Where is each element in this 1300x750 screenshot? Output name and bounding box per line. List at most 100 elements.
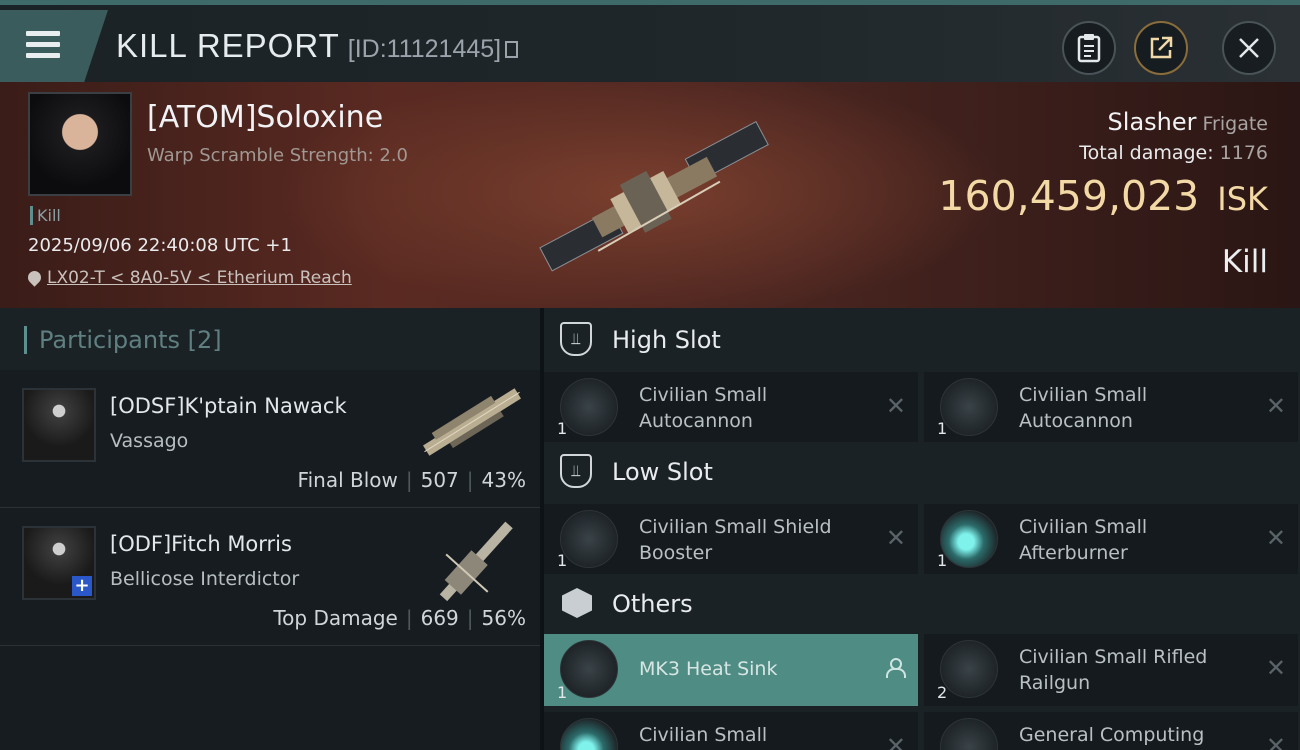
stat-separator: | bbox=[405, 468, 413, 492]
warp-scramble-strength: Warp Scramble Strength: 2.0 bbox=[147, 145, 409, 166]
close-button[interactable] bbox=[1222, 21, 1276, 75]
isk-amount: 160,459,023 bbox=[938, 172, 1200, 220]
participant-damage: 507 bbox=[420, 468, 459, 492]
page-title: KILL REPORT [ID:11121445] bbox=[116, 27, 519, 65]
module-quantity: 1 bbox=[937, 419, 948, 438]
participants-header: Participants [2] bbox=[0, 308, 540, 370]
copy-icon[interactable] bbox=[505, 41, 519, 58]
low-slot-header: ⫫ Low Slot bbox=[544, 442, 1300, 502]
module-quantity: 2 bbox=[937, 683, 948, 702]
participant-avatar[interactable] bbox=[22, 388, 96, 462]
participant-role: Final Blow bbox=[297, 468, 398, 492]
location-link[interactable]: LX02-T < 8A0-5V < Etherium Reach bbox=[47, 268, 352, 288]
afterburner-icon bbox=[940, 510, 998, 568]
module-item[interactable]: 1 Civilian Small Autocannon ✕ bbox=[924, 372, 1298, 442]
module-item[interactable]: Civilian Small ✕ bbox=[544, 712, 918, 750]
total-damage: Total damage: 1176 bbox=[1079, 142, 1268, 164]
isk-value: 160,459,023 ISK bbox=[938, 172, 1268, 220]
participants-title-text: Participants bbox=[39, 326, 180, 354]
module-name: Civilian Small Shield Booster bbox=[639, 516, 832, 564]
module-item[interactable]: General Computing ✕ bbox=[924, 712, 1298, 750]
high-slot-header: ⫫ High Slot bbox=[544, 310, 1300, 370]
participant-avatar[interactable]: + bbox=[22, 526, 96, 600]
menu-icon bbox=[26, 31, 60, 36]
module-item[interactable]: 1 Civilian Small Autocannon ✕ bbox=[544, 372, 918, 442]
kill-datetime: 2025/09/06 22:40:08 UTC +1 bbox=[28, 235, 292, 256]
participant-ship: Bellicose Interdictor bbox=[110, 568, 300, 590]
module-item[interactable]: 1 Civilian Small Afterburner ✕ bbox=[924, 504, 1298, 574]
kill-tag: Kill bbox=[30, 206, 61, 225]
participant-row[interactable]: [ODSF]K'ptain Nawack Vassago Final Blow |… bbox=[0, 370, 540, 508]
shield-booster-icon bbox=[560, 510, 618, 568]
total-damage-label: Total damage: bbox=[1079, 142, 1214, 164]
module-icon bbox=[560, 718, 618, 750]
victim-summary: [ATOM]Soloxine Warp Scramble Strength: 2… bbox=[0, 82, 1300, 308]
menu-icon-bar bbox=[26, 53, 60, 58]
stat-separator: | bbox=[405, 606, 413, 630]
fitting-panel: ⫫ High Slot 1 Civilian Small Autocannon … bbox=[544, 308, 1300, 750]
participant-name[interactable]: [ODSF]K'ptain Nawack bbox=[110, 394, 347, 418]
kill-location[interactable]: LX02-T < 8A0-5V < Etherium Reach bbox=[25, 268, 352, 288]
plus-icon: + bbox=[72, 576, 92, 596]
high-slot-label: High Slot bbox=[612, 326, 721, 354]
low-slot-label: Low Slot bbox=[612, 458, 713, 486]
participant-ship-image bbox=[439, 521, 513, 602]
clipboard-button[interactable] bbox=[1062, 21, 1116, 75]
participant-stats: Top Damage | 669 | 56% bbox=[273, 606, 526, 630]
menu-button[interactable] bbox=[0, 10, 108, 82]
destroyed-icon: ✕ bbox=[1265, 392, 1286, 420]
menu-icon-bar bbox=[26, 42, 60, 47]
destroyed-icon: ✕ bbox=[1265, 524, 1286, 552]
share-button[interactable] bbox=[1134, 21, 1188, 75]
module-name: Civilian Small Rifled Railgun bbox=[1019, 646, 1208, 694]
module-item[interactable]: 1 Civilian Small Shield Booster ✕ bbox=[544, 504, 918, 574]
module-name: Civilian Small Autocannon bbox=[1019, 384, 1148, 432]
participant-row[interactable]: + [ODF]Fitch Morris Bellicose Interdicto… bbox=[0, 508, 540, 646]
destroyed-icon: ✕ bbox=[885, 524, 906, 552]
participant-percent: 56% bbox=[481, 606, 526, 630]
share-icon bbox=[1150, 36, 1173, 59]
others-header: Others bbox=[544, 574, 1300, 634]
participants-panel: Participants [2] [ODSF]K'ptain Nawack Va… bbox=[0, 308, 540, 750]
destroyed-icon: ✕ bbox=[1265, 732, 1286, 750]
module-name: Civilian Small bbox=[639, 724, 768, 746]
participant-percent: 43% bbox=[481, 468, 526, 492]
module-quantity: 1 bbox=[937, 551, 948, 570]
participant-name[interactable]: [ODF]Fitch Morris bbox=[110, 532, 292, 556]
kill-verdict: Kill bbox=[1221, 244, 1268, 280]
module-item[interactable]: 2 Civilian Small Rifled Railgun ✕ bbox=[924, 634, 1298, 706]
victim-name[interactable]: [ATOM]Soloxine bbox=[147, 100, 383, 135]
destroyed-icon: ✕ bbox=[885, 392, 906, 420]
victim-ship: Slasher Frigate bbox=[1108, 108, 1268, 136]
participant-stats: Final Blow | 507 | 43% bbox=[298, 468, 526, 492]
person-icon bbox=[886, 658, 906, 678]
heat-sink-icon bbox=[560, 640, 618, 698]
clipboard-icon bbox=[1077, 34, 1101, 63]
total-damage-value: 1176 bbox=[1219, 142, 1268, 164]
low-slot-icon: ⫫ bbox=[560, 454, 592, 488]
report-id: [ID:11121445] bbox=[347, 35, 502, 63]
module-quantity: 1 bbox=[557, 551, 568, 570]
autocannon-icon bbox=[560, 378, 618, 436]
module-quantity: 1 bbox=[557, 683, 568, 702]
participants-title: Participants [2] bbox=[24, 326, 222, 354]
others-label: Others bbox=[612, 590, 693, 618]
module-quantity: 1 bbox=[557, 419, 568, 438]
module-name: General Computing bbox=[1019, 724, 1205, 746]
participants-count: [2] bbox=[187, 326, 222, 354]
victim-ship-name: Slasher bbox=[1107, 108, 1197, 136]
module-item-highlighted[interactable]: 1 MK3 Heat Sink bbox=[544, 634, 918, 706]
module-name: MK3 Heat Sink bbox=[639, 658, 778, 680]
destroyed-icon: ✕ bbox=[1265, 654, 1286, 682]
participant-role: Top Damage bbox=[273, 606, 398, 630]
module-icon bbox=[940, 718, 998, 750]
close-icon bbox=[1239, 38, 1259, 58]
autocannon-icon bbox=[940, 378, 998, 436]
participant-damage: 669 bbox=[420, 606, 459, 630]
location-pin-icon bbox=[25, 268, 44, 287]
participant-ship-image bbox=[423, 388, 521, 456]
cube-icon bbox=[562, 588, 592, 618]
isk-unit: ISK bbox=[1217, 180, 1268, 218]
stat-separator: | bbox=[466, 606, 474, 630]
victim-portrait[interactable] bbox=[28, 92, 132, 196]
